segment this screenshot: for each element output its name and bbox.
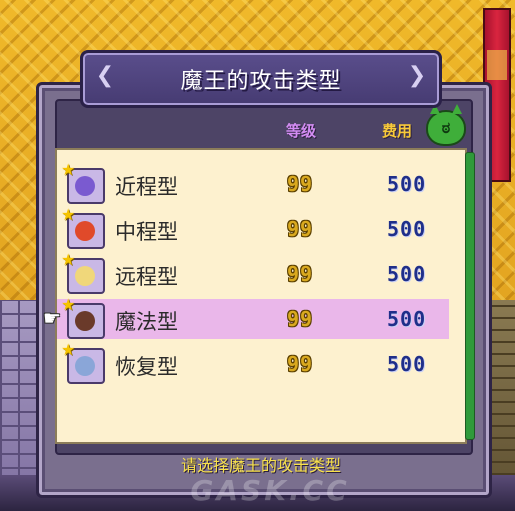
watermark: GASK.CC (190, 474, 350, 507)
row-level: 99 (287, 352, 314, 376)
dialog-title-plate: ❮ 魔王的攻击类型 ❯ (80, 50, 442, 108)
ornament-right-icon: ❯ (407, 63, 427, 88)
row-name: 魔法型 (115, 310, 178, 334)
star-icon: ★ (61, 205, 76, 224)
row-name: 中程型 (115, 220, 178, 244)
ornament-left-icon: ❮ (95, 63, 115, 88)
attack-type-list: ★ 近程型 99 500 ★ 中程型 99 500 ★ 远程型 99 500 ☛… (43, 148, 467, 444)
row-level: 99 (287, 217, 314, 241)
row-name: 远程型 (115, 265, 178, 289)
column-header-cost: 费用 (382, 122, 413, 140)
star-icon: ★ (61, 160, 76, 179)
dialog-title: 魔王的攻击类型 (180, 69, 342, 94)
star-icon: ★ (61, 340, 76, 359)
row-cost: 500 (387, 352, 427, 376)
list-item-magic[interactable]: ☛ ★ 魔法型 99 500 (43, 295, 449, 339)
row-cost: 500 (387, 172, 427, 196)
row-level: 99 (287, 307, 314, 331)
row-level: 99 (287, 262, 314, 286)
row-cost: 500 (387, 262, 427, 286)
star-icon: ★ (61, 250, 76, 269)
row-cost: 500 (387, 307, 427, 331)
list-item-ranged[interactable]: ★ 远程型 99 500 (57, 250, 449, 294)
list-scrollbar[interactable] (465, 152, 475, 440)
row-level: 99 (287, 172, 314, 196)
selection-prompt: 请选择魔王的攻击类型 (180, 456, 341, 475)
list-item-midrange[interactable]: ★ 中程型 99 500 (57, 205, 449, 249)
pointing-hand-icon: ☛ (43, 306, 61, 330)
column-header-level: 等级 (286, 122, 317, 140)
row-cost: 500 (387, 217, 427, 241)
list-item-melee[interactable]: ★ 近程型 99 500 (57, 160, 449, 204)
row-name: 恢复型 (115, 355, 178, 379)
row-name: 近程型 (115, 175, 178, 199)
list-item-healer[interactable]: ★ 恢复型 99 500 (57, 340, 449, 384)
demon-head-icon: ಠ (426, 104, 466, 146)
